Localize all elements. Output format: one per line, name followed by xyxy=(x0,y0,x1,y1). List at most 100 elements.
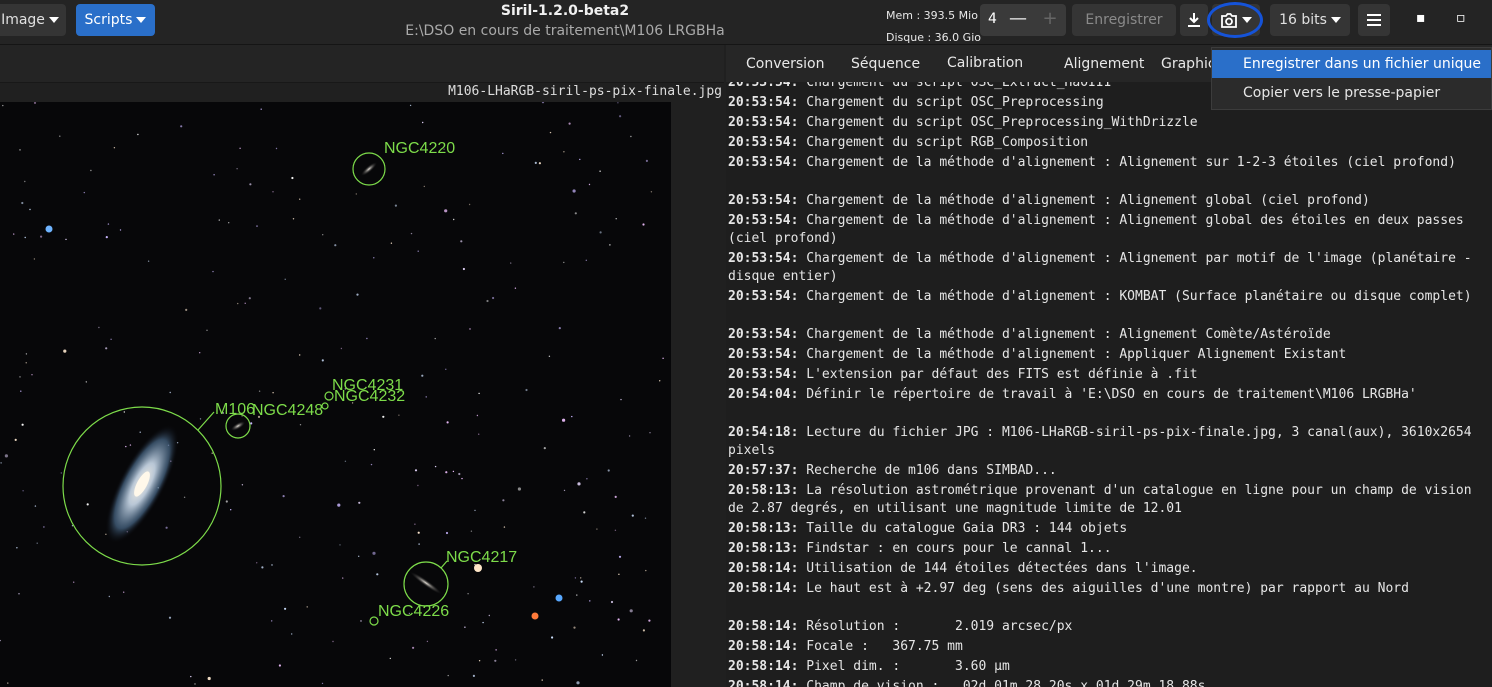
star xyxy=(342,577,344,579)
star xyxy=(236,168,238,170)
log-line: 20:58:14: Pixel dim. : 3.60 µm xyxy=(728,658,1490,676)
star xyxy=(355,193,357,195)
star xyxy=(272,392,274,394)
decrement-button[interactable]: — xyxy=(1002,8,1034,29)
menu-item-copy-clipboard[interactable]: Copier vers le presse-papier xyxy=(1212,79,1491,107)
star xyxy=(460,240,463,243)
star xyxy=(571,415,573,418)
star xyxy=(129,444,132,446)
star xyxy=(213,174,215,176)
star xyxy=(562,418,566,422)
star xyxy=(488,614,490,617)
tab-graphics[interactable]: Graphic xyxy=(1161,56,1216,72)
star xyxy=(59,135,61,137)
star xyxy=(218,219,220,221)
log-timestamp: 20:53:54: xyxy=(728,95,799,110)
menu-item-save-single-file[interactable]: Enregistrer dans un fichier unique xyxy=(1212,50,1491,78)
star xyxy=(533,586,535,588)
scripts-menu-button[interactable]: Scripts xyxy=(76,4,155,36)
download-icon xyxy=(1188,13,1200,27)
log-line: 20:58:13: Findstar : en cours pour le ca… xyxy=(728,540,1490,558)
log-message: Chargement du script OSC_Preprocessing xyxy=(798,95,1104,110)
star xyxy=(478,433,480,435)
log-message: Pixel dim. : 3.60 µm xyxy=(798,659,1010,674)
star xyxy=(83,191,86,194)
star xyxy=(446,421,449,424)
star xyxy=(583,511,586,514)
increment-button[interactable]: + xyxy=(1036,8,1064,29)
label-ngc4220: NGC4220 xyxy=(384,140,455,157)
star xyxy=(434,337,436,340)
star xyxy=(618,555,622,558)
star xyxy=(572,189,576,193)
save-as-button[interactable] xyxy=(1180,4,1208,36)
maximize-button[interactable]: ▫ xyxy=(1456,10,1466,26)
log-line: 20:58:14: Utilisation de 144 étoiles dét… xyxy=(728,560,1490,578)
snapshot-menu: Enregistrer dans un fichier unique Copie… xyxy=(1211,47,1492,110)
console-log[interactable]: 20:53:54: Chargement du script OSC_Extra… xyxy=(726,82,1492,687)
star xyxy=(580,580,583,583)
star xyxy=(563,151,565,153)
save-label: Enregistrer xyxy=(1085,12,1163,28)
star xyxy=(169,391,171,394)
star xyxy=(125,445,127,448)
log-message: Chargement du script RGB_Composition xyxy=(798,135,1089,150)
star xyxy=(108,595,111,598)
star xyxy=(206,329,208,331)
galaxy-ngc4248 xyxy=(230,421,246,431)
star xyxy=(644,517,647,519)
star xyxy=(601,654,604,656)
star xyxy=(409,104,412,107)
star xyxy=(452,470,455,473)
astro-image[interactable]: NGC4220 M106 NGC4248 NGC4231 NGC4232 NGC… xyxy=(0,102,671,687)
tab-conversion[interactable]: Conversion xyxy=(746,56,825,72)
star xyxy=(322,234,324,236)
thread-spinner[interactable]: 4 — + xyxy=(980,4,1066,36)
save-button[interactable]: Enregistrer xyxy=(1072,4,1176,36)
image-menu-button[interactable]: Image xyxy=(0,4,66,36)
label-ngc4232: NGC4232 xyxy=(334,388,405,405)
star xyxy=(574,212,577,215)
star xyxy=(137,133,139,136)
log-message: Chargement de la méthode d'alignement : … xyxy=(798,193,1370,208)
star xyxy=(225,500,228,503)
star xyxy=(21,201,24,205)
log-line: 20:58:14: Le haut est à +2.97 deg (sens … xyxy=(728,580,1490,598)
hamburger-icon xyxy=(1367,14,1381,26)
star xyxy=(207,676,211,681)
image-viewer[interactable]: NGC4220 M106 NGC4248 NGC4231 NGC4232 NGC… xyxy=(0,102,671,687)
label-m106: M106 xyxy=(215,401,255,418)
log-timestamp: 20:54:04: xyxy=(728,387,799,402)
log-message: Focale : 367.75 mm xyxy=(798,639,963,654)
star xyxy=(339,544,341,546)
star xyxy=(494,659,497,662)
star xyxy=(183,496,186,498)
star xyxy=(445,531,449,535)
log-message: Le haut est à +2.97 deg (sens des aiguil… xyxy=(798,581,1409,596)
star xyxy=(24,236,26,239)
star xyxy=(645,159,649,162)
star xyxy=(29,208,31,211)
thread-count[interactable]: 4 xyxy=(988,11,997,27)
star xyxy=(453,218,455,221)
star xyxy=(241,484,244,486)
star xyxy=(610,600,614,604)
star xyxy=(580,577,582,579)
star xyxy=(271,620,273,622)
star xyxy=(614,529,617,531)
star xyxy=(139,431,141,433)
star xyxy=(474,509,476,512)
star xyxy=(18,593,20,595)
minimize-button[interactable]: ▪ xyxy=(1416,10,1426,26)
tab-sequence[interactable]: Séquence xyxy=(851,56,920,72)
tab-alignment[interactable]: Alignement xyxy=(1064,56,1144,72)
log-timestamp: 20:53:54: xyxy=(728,251,799,266)
bit-depth-menu[interactable]: 16 bits xyxy=(1270,4,1350,36)
main-menu-button[interactable] xyxy=(1358,4,1390,36)
star xyxy=(228,222,230,224)
bright-star xyxy=(45,225,53,233)
log-timestamp: 20:58:14: xyxy=(728,561,799,576)
star xyxy=(425,396,427,398)
tab-calibration[interactable]: Calibration xyxy=(947,55,1023,71)
log-line: 20:53:54: Chargement de la méthode d'ali… xyxy=(728,212,1490,248)
